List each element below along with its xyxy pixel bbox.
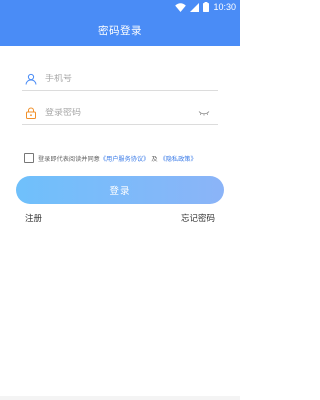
login-button[interactable]: 登录 (16, 176, 224, 204)
forgot-password-link[interactable]: 忘记密码 (181, 212, 215, 224)
phone-field[interactable] (22, 67, 218, 91)
privacy-policy-link[interactable]: 《隐私政策》 (160, 154, 197, 163)
status-icons: 10:30 (175, 1, 236, 13)
status-time: 10:30 (213, 2, 236, 12)
agreement-row: 登录即代表阅读并同意 《用户服务协议》 及 《隐私政策》 (24, 152, 197, 164)
register-link[interactable]: 注册 (25, 212, 42, 224)
password-input[interactable] (45, 107, 185, 118)
page-title: 密码登录 (98, 24, 142, 37)
lock-icon (26, 106, 36, 119)
bottom-bar (0, 396, 240, 400)
password-field[interactable] (22, 101, 218, 125)
header: 密码登录 (0, 14, 240, 46)
agreement-checkbox[interactable] (24, 153, 34, 163)
status-bar: 10:30 (0, 0, 240, 14)
wifi-icon (175, 2, 187, 12)
agreement-text: 登录即代表阅读并同意 (38, 155, 100, 163)
signal-icon (190, 2, 200, 12)
user-icon (25, 73, 37, 85)
phone-input[interactable] (45, 73, 185, 84)
agreement-conjunction: 及 (151, 155, 158, 163)
user-agreement-link[interactable]: 《用户服务协议》 (100, 154, 150, 163)
battery-icon (203, 2, 210, 12)
eye-closed-icon[interactable] (198, 110, 210, 116)
